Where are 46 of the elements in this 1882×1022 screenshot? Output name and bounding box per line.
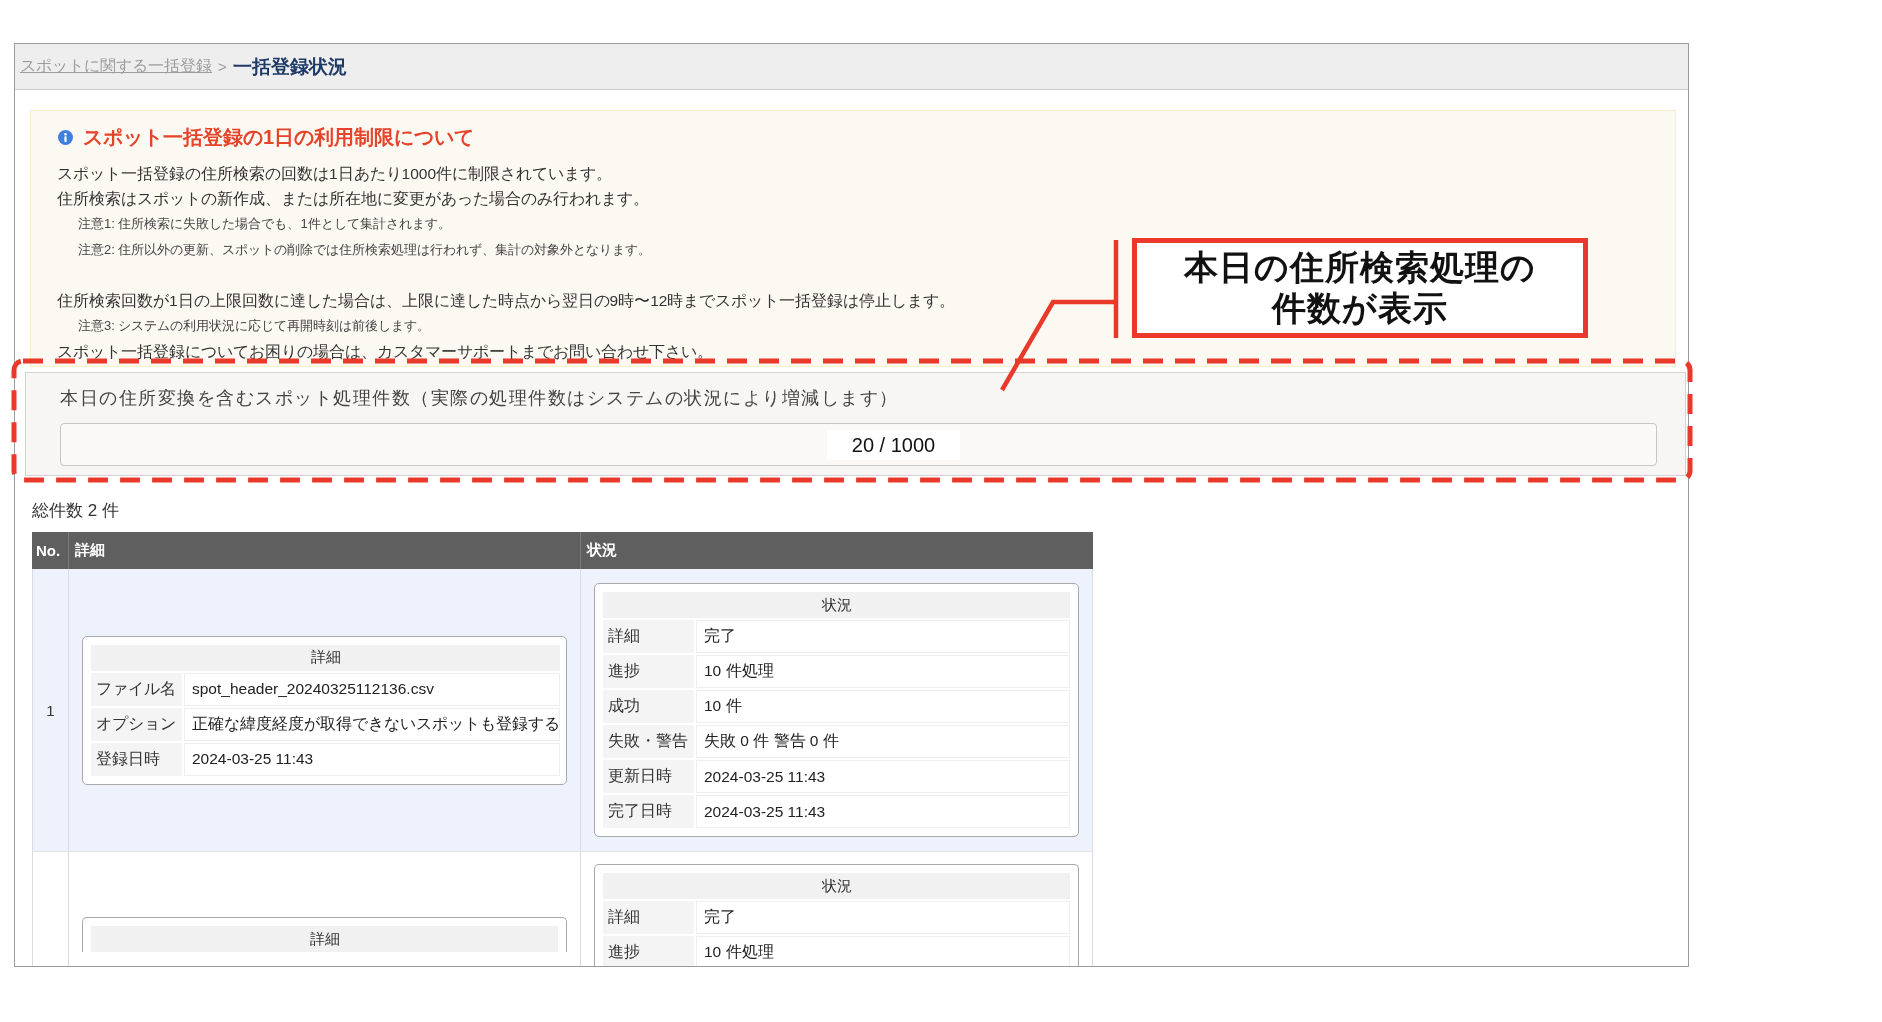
notice-text: 住所検索回数が1日の上限回数に達した場合は、上限に達した時点から翌日の9時〜12時までスポット一括登録は停止します。 [57,292,956,309]
field-value: 10 件 [696,690,1070,723]
field-label: 詳細 [603,901,694,934]
breadcrumb-current: 一括登録状況 [232,54,347,79]
annotation-callout: 本日の住所検索処理の 件数が表示 [1132,238,1588,338]
field-value: 失敗 0 件 警告 0 件 [696,725,1070,758]
notice-text: 住所検索はスポットの新作成、または所在地に変更があった場合のみ行われます。 [57,190,649,207]
notice-note: 注意3: システムの利用状況に応じて再開時刻は前後します。 [78,318,431,333]
card-title: 詳細 [91,926,558,952]
field-value: 完了 [696,620,1070,653]
info-icon [58,129,73,145]
column-header: 状況 [580,532,1093,569]
field-value: 10 件処理 [696,936,1070,966]
notice-title: スポット一括登録の1日の利用制限について [83,125,475,149]
column-header: 詳細 [68,532,580,569]
field-value: 2024-03-25 11:43 [184,742,560,776]
notice-note: 注意1: 住所検索に失敗した場合でも、1件として集計されます。 [78,216,451,231]
breadcrumb-link[interactable]: スポットに関する一括登録 [20,56,212,77]
notice-text: スポット一括登録の住所検索の回数は1日あたり1000件に制限されています。 [57,165,613,182]
column-header: No. [32,532,68,569]
field-value: spot_header_20240325112136.csv [184,672,560,706]
field-value: 正確な緯度経度が取得できないスポットも登録する [184,707,560,741]
field-label: 詳細 [603,620,694,653]
table-cell: 1 [32,569,68,852]
field-value: 2024-03-25 11:43 [696,795,1070,828]
usage-count: 20 / 1000 [826,429,961,460]
breadcrumb-separator: > [218,58,227,75]
field-label: 登録日時 [91,742,182,776]
field-label: 失敗・警告 [603,725,694,758]
total-count: 総件数 2 件 [32,500,120,522]
field-value: 完了 [696,901,1070,934]
field-value: 2024-03-25 11:43 [696,760,1070,793]
card-title: 詳細 [91,644,560,671]
field-label: オプション [91,707,182,741]
field-value: 10 件処理 [696,655,1070,688]
card-title: 状況 [603,592,1070,618]
notice-text: スポット一括登録についてお困りの場合は、カスタマーサポートまでお問い合わせ下さい。 [57,343,713,360]
card-title: 状況 [603,873,1070,899]
field-label: 完了日時 [603,795,694,828]
usage-label: 本日の住所変換を含むスポット処理件数（実際の処理件数はシステムの状況により増減します） [60,387,900,410]
field-label: 進捗 [603,936,694,966]
field-label: ファイル名 [91,672,182,706]
field-label: 進捗 [603,655,694,688]
field-label: 更新日時 [603,760,694,793]
field-label: 成功 [603,690,694,723]
notice-note: 注意2: 住所以外の更新、スポットの削除では住所検索処理は行われず、集計の対象外となります。 [78,242,652,257]
